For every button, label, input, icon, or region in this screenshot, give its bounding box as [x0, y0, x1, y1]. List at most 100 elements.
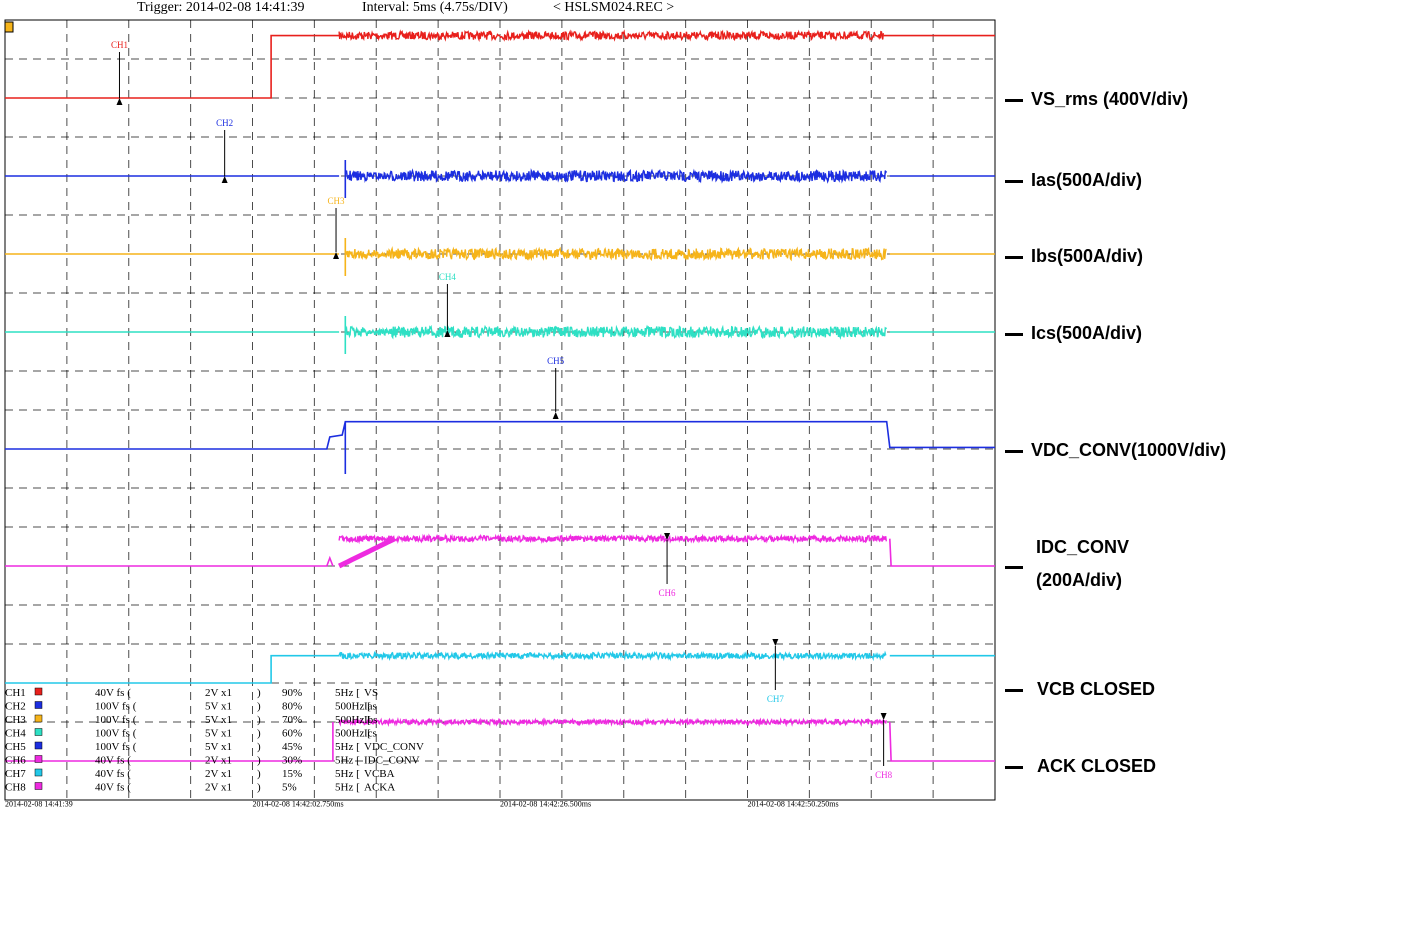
- trace-ch6-active: [338, 533, 887, 545]
- signal-label: VDC_CONV(1000V/div): [1031, 440, 1227, 460]
- channel-table-cell: 2V x1: [205, 768, 232, 780]
- channel-table-cell: 40V fs (: [95, 768, 131, 780]
- trace-ch1-active: [338, 29, 884, 43]
- channel-table-cell: 5Hz [: [335, 687, 360, 699]
- channel-table-cell: 60%: [282, 728, 302, 740]
- trace-ch1: [5, 34, 340, 99]
- oscilloscope-plot: CH1CH2CH3CH4CH5CH6CH7CH8CH1 40V fs (2V x1…: [4, 19, 996, 809]
- channel-table-cell: VDC_CONV: [364, 741, 424, 753]
- channel-table-cell: ): [257, 741, 261, 753]
- signal-label: VS_rms (400V/div): [1031, 89, 1189, 109]
- trigger-marker: [4, 21, 14, 33]
- channel-table-swatch: [34, 768, 43, 777]
- channel-pointer-arrowhead: [880, 713, 887, 720]
- channel-table-cell: 30%: [282, 755, 302, 767]
- channel-table-cell: 100V fs (: [95, 728, 137, 740]
- channel-table-id: CH4: [5, 728, 26, 740]
- channel-table-cell: 2V x1: [205, 687, 232, 699]
- channel-table-id: CH7: [5, 768, 26, 780]
- channel-table-id: CH1: [5, 687, 26, 699]
- channel-table-id: CH3: [5, 714, 26, 726]
- label-tick-dash: [1005, 566, 1023, 569]
- channel-table-cell: Ics: [364, 728, 377, 740]
- channel-pointer-label: CH7: [767, 694, 785, 704]
- channel-table-cell: 5V x1: [205, 701, 232, 713]
- channel-pointer-arrowhead: [772, 639, 779, 646]
- channel-pointer-arrowhead: [333, 252, 340, 259]
- channel-table-id: CH6: [5, 755, 26, 767]
- time-tick-label: 2014-02-08 14:42:02.750ms: [253, 800, 344, 809]
- label-tick-dash: [1005, 689, 1023, 692]
- signal-label-scale: (200A/div): [1036, 570, 1123, 590]
- trace-ch8-active: [338, 716, 887, 728]
- trace-ch6-tail: [889, 538, 995, 567]
- channel-table-swatch: [34, 701, 43, 709]
- signal-label: ACK CLOSED: [1037, 756, 1157, 776]
- channel-table-cell: 100V fs (: [95, 714, 137, 726]
- label-tick-dash: [1005, 333, 1023, 336]
- channel-table-swatch: [34, 728, 43, 736]
- channel-table-id: CH5: [5, 741, 26, 753]
- trace-ch7-active: [338, 650, 887, 662]
- channel-pointer-label: CH2: [216, 118, 233, 128]
- channel-table-id: CH2: [5, 701, 26, 713]
- channel-table-cell: 70%: [282, 714, 302, 726]
- channel-table-cell: 40V fs (: [95, 687, 131, 699]
- channel-table-cell: VS: [364, 687, 378, 699]
- time-tick-label: 2014-02-08 14:42:26.500ms: [500, 800, 591, 809]
- channel-pointer-arrowhead: [221, 176, 228, 183]
- channel-table-cell: ): [257, 687, 261, 699]
- channel-table-cell: 40V fs (: [95, 755, 131, 767]
- channel-pointer-label: CH1: [111, 40, 128, 50]
- label-tick-dash: [1005, 766, 1023, 769]
- channel-table-cell: ): [257, 714, 261, 726]
- channel-table-cell: ): [257, 701, 261, 713]
- channel-table-swatch: [34, 755, 43, 763]
- channel-table-swatch: [34, 782, 43, 790]
- label-tick-dash: [1005, 256, 1023, 259]
- label-tick-dash: [1005, 450, 1023, 453]
- signal-label: Ibs(500A/div): [1031, 246, 1144, 266]
- channel-table-cell: 80%: [282, 701, 302, 713]
- trace-ch6-ramp: [338, 536, 396, 569]
- signal-label: IDC_CONV: [1036, 537, 1130, 557]
- channel-table-id: CH8: [5, 782, 26, 794]
- label-tick-dash: [1005, 99, 1023, 102]
- channel-table-cell: 2V x1: [205, 755, 232, 767]
- channel-table-cell: ACKA: [364, 782, 395, 794]
- channel-table-cell: 45%: [282, 741, 302, 753]
- channel-table-swatch: [34, 741, 43, 750]
- channel-pointer-label: CH3: [328, 196, 346, 206]
- channel-pointer-arrowhead: [116, 98, 123, 105]
- channel-table-swatch: [34, 714, 43, 723]
- channel-table-cell: 5V x1: [205, 714, 232, 726]
- time-tick-label: 2014-02-08 14:42:50.250ms: [748, 800, 839, 809]
- channel-table-cell: 100V fs (: [95, 701, 137, 713]
- channel-table-cell: 5Hz [: [335, 755, 360, 767]
- signal-label: Ics(500A/div): [1031, 323, 1143, 343]
- channel-table-cell: 5Hz [: [335, 768, 360, 780]
- channel-table-cell: IDC_CONV: [364, 755, 420, 767]
- channel-table-cell: VCBA: [364, 768, 395, 780]
- channel-table-cell: ): [257, 728, 261, 740]
- channel-pointer-arrowhead: [552, 412, 559, 419]
- channel-table-cell: 5V x1: [205, 728, 232, 740]
- channel-table-cell: 5Hz [: [335, 741, 360, 753]
- label-tick-dash: [1005, 180, 1023, 183]
- trace-ch3-active: [344, 246, 887, 262]
- channel-pointer-label: CH6: [659, 588, 677, 598]
- channel-table-cell: ): [257, 755, 261, 767]
- signal-label: VCB CLOSED: [1037, 679, 1156, 699]
- channel-table-cell: 15%: [282, 768, 302, 780]
- channel-table-swatch: [34, 687, 43, 696]
- trace-ch6: [5, 555, 334, 567]
- signal-label: Ias(500A/div): [1031, 170, 1143, 190]
- channel-table-cell: Ias: [364, 701, 377, 713]
- channel-table-cell: 100V fs (: [95, 741, 137, 753]
- channel-table-cell: Ibs: [364, 714, 377, 726]
- trace-ch7: [5, 654, 340, 684]
- channel-table-cell: 2V x1: [205, 782, 232, 794]
- channel-pointer-label: CH4: [439, 272, 457, 282]
- channel-table-cell: 40V fs (: [95, 782, 131, 794]
- channel-pointer-label: CH8: [875, 770, 893, 780]
